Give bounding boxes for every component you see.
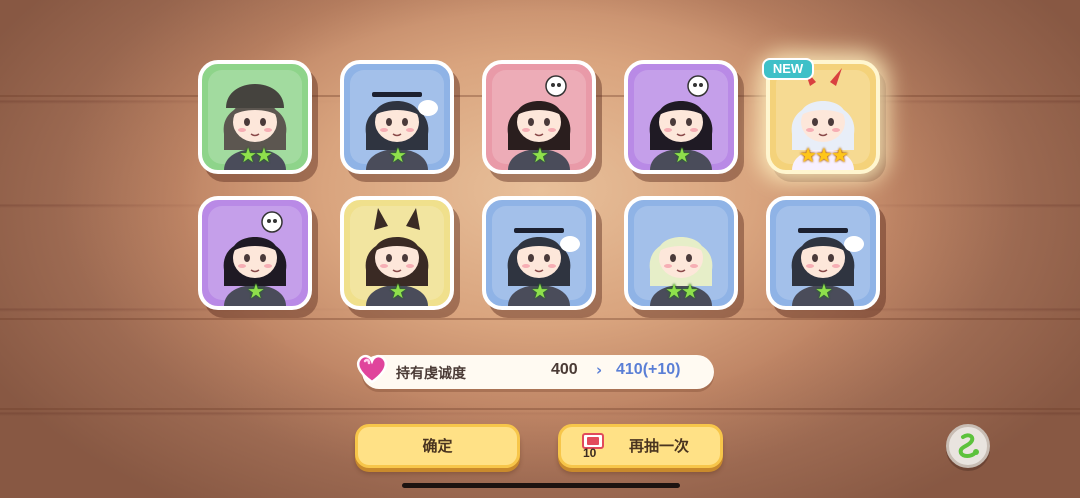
devotion-new-value: 410(+10) — [616, 361, 681, 378]
heart-gem-icon — [356, 354, 388, 384]
home-indicator — [402, 483, 680, 488]
character-card[interactable]: ★ — [340, 60, 454, 174]
star-icon: ★ — [531, 279, 549, 303]
confirm-button[interactable]: 确定 — [355, 424, 520, 468]
side-swirl-button[interactable] — [946, 424, 990, 468]
character-card[interactable]: ★★ — [198, 60, 312, 174]
swirl-icon — [958, 433, 979, 458]
devotion-old-value: 400 — [551, 361, 578, 378]
star-icon: ★ — [531, 143, 549, 167]
character-card[interactable]: ★ — [340, 196, 454, 310]
star-icon: ★ — [255, 143, 273, 167]
star-rating: ★ — [344, 144, 450, 166]
plank-divider — [0, 408, 1080, 410]
star-icon: ★ — [799, 143, 817, 167]
star-rating: ★ — [486, 280, 592, 302]
star-rating: ★ — [344, 280, 450, 302]
star-rating: ★★ — [628, 280, 734, 302]
ticket-count: 10 — [583, 446, 597, 460]
star-rating: ★★★ — [770, 144, 876, 166]
star-icon: ★ — [239, 143, 257, 167]
star-icon: ★ — [389, 143, 407, 167]
devotion-arrow: › — [596, 361, 603, 379]
star-icon: ★ — [815, 279, 833, 303]
star-icon: ★ — [665, 279, 683, 303]
star-icon: ★ — [815, 143, 833, 167]
star-rating: ★ — [628, 144, 734, 166]
new-badge: NEW — [762, 58, 814, 80]
character-card[interactable]: ★ — [766, 196, 880, 310]
star-icon: ★ — [830, 143, 849, 167]
character-card[interactable]: ★ — [482, 196, 596, 310]
draw-again-button-label: 再抽一次 — [629, 437, 690, 455]
plank-divider — [0, 318, 1080, 320]
star-rating: ★ — [202, 280, 308, 302]
character-card[interactable]: ★ — [198, 196, 312, 310]
star-icon: ★ — [673, 143, 691, 167]
star-icon: ★ — [681, 279, 699, 303]
draw-again-button[interactable]: 10 再抽一次 — [558, 424, 723, 468]
character-card[interactable]: ★★ — [624, 196, 738, 310]
devotion-label: 持有虔诚度 — [396, 366, 466, 382]
star-rating: ★★ — [202, 144, 308, 166]
character-card[interactable]: ★ — [482, 60, 596, 174]
star-rating: ★ — [486, 144, 592, 166]
star-rating: ★ — [770, 280, 876, 302]
character-card[interactable]: ★ — [624, 60, 738, 174]
star-icon: ★ — [389, 279, 407, 303]
star-icon: ★ — [247, 279, 265, 303]
confirm-button-label: 确定 — [422, 437, 453, 455]
